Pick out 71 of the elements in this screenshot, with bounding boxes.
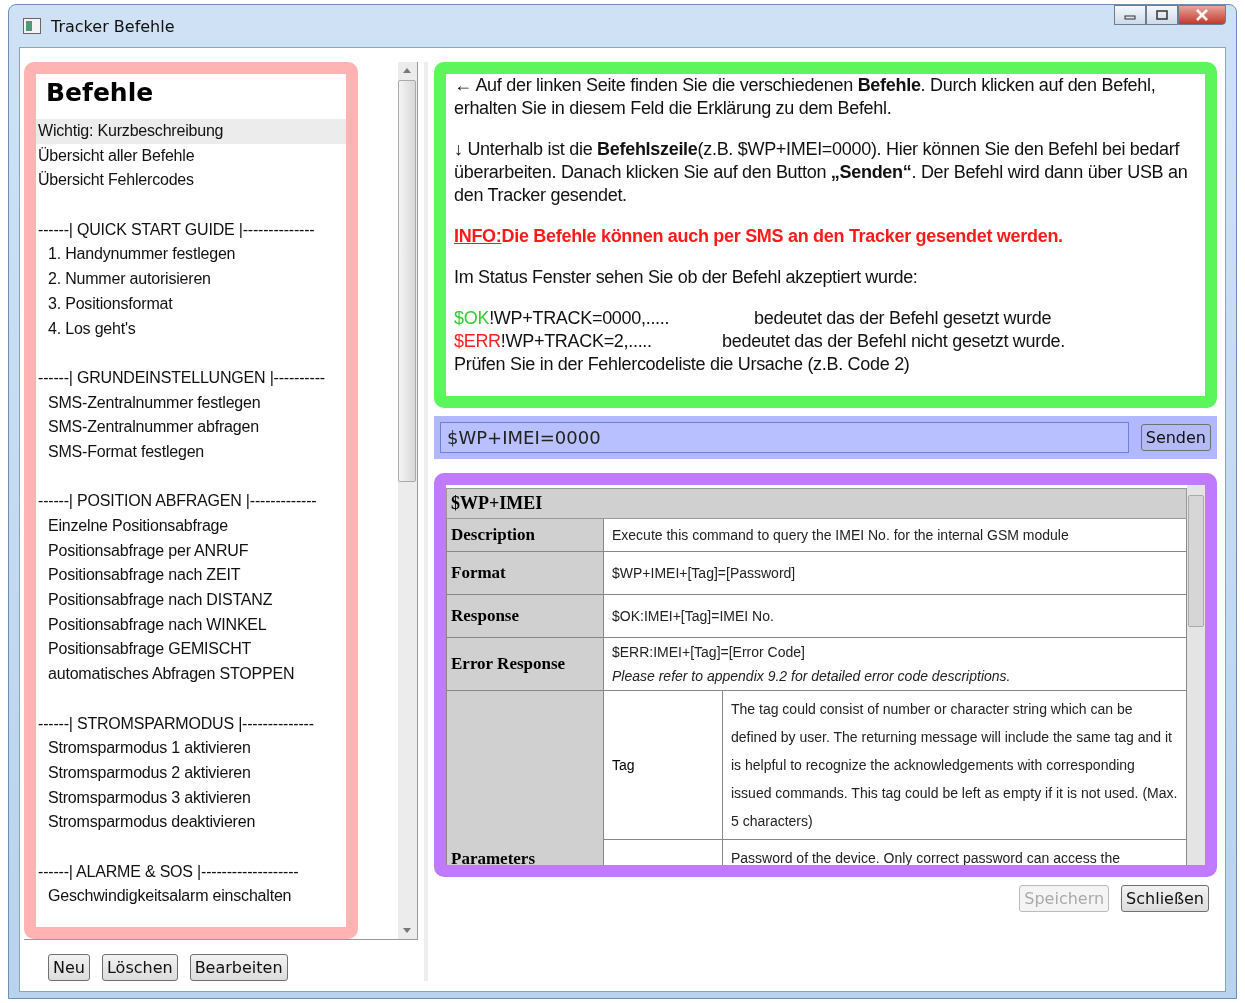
minimize-button[interactable] bbox=[1114, 5, 1146, 25]
table-cell-text: $ERR:IMEI+[Tag]=[Error Code] bbox=[612, 644, 806, 660]
list-item[interactable]: Stromsparmodus 1 aktivieren bbox=[36, 736, 346, 761]
scrollbar-thumb[interactable] bbox=[1188, 495, 1204, 627]
row-label: Error Response bbox=[447, 638, 604, 690]
table-cell-text: $OK:IMEI+[Tag]=IMEI No. bbox=[612, 608, 775, 624]
scroll-down-icon[interactable] bbox=[402, 927, 413, 935]
scrollbar[interactable] bbox=[397, 62, 417, 939]
status-meaning: bedeutet das der Befehl nicht gesetzt wurde. bbox=[722, 330, 1066, 353]
parameter-name: Tag bbox=[612, 757, 635, 773]
help-paragraph: ↓ Unterhalb ist die Befehlszeile(z.B. $WP+IMEI=0000). Hier können Sie den Befehl bei bedarf überarbeiten. Danach klicken Sie auf den Button „Senden“. Der Befehl wird dann über USB an den Tracker gesendet. bbox=[454, 138, 1189, 207]
status-meaning: bedeutet das der Befehl gesetzt wurde bbox=[754, 307, 1052, 330]
row-label: Format bbox=[447, 552, 604, 594]
list-item[interactable]: SMS-Format festlegen bbox=[36, 439, 346, 465]
window-icon bbox=[23, 18, 41, 34]
status-example: $ERR!WP+TRACK=2,..... bbox=[454, 330, 653, 353]
list-item[interactable]: Wichtig: Kurzbeschreibung bbox=[36, 119, 346, 144]
list-item[interactable]: SMS-Zentralnummer abfragen bbox=[36, 415, 346, 440]
list-item[interactable]: automatisches Abfragen STOPPEN bbox=[36, 662, 346, 687]
table-cell-text: Password of the device. Only correct password can access the bbox=[730, 849, 1122, 865]
info-text: Die Befehle können auch per SMS an den Tracker gesendet werden. bbox=[501, 226, 1063, 246]
info-label: INFO: bbox=[454, 226, 502, 246]
list-item[interactable]: 4. Los geht's bbox=[36, 316, 346, 342]
list-item[interactable]: Positionsabfrage nach WINKEL bbox=[36, 612, 346, 638]
close-button[interactable] bbox=[1178, 5, 1226, 25]
scrollbar-thumb[interactable] bbox=[398, 80, 417, 482]
panel-heading: Befehle bbox=[45, 77, 155, 109]
help-paragraph: ← Auf der linken Seite finden Sie die verschiedenen Befehle. Durch klicken auf den Befehl, erhalten Sie in diesem Feld die Erklärung zu dem Befehl. bbox=[454, 74, 1157, 120]
row-label: Parameters bbox=[447, 691, 604, 865]
row-label: Response bbox=[447, 595, 604, 637]
list-item[interactable]: Positionsabfrage nach DISTANZ bbox=[36, 588, 346, 613]
list-item[interactable]: 1. Handynummer festlegen bbox=[36, 242, 346, 268]
list-item[interactable]: 2. Nummer autorisieren bbox=[36, 267, 346, 292]
list-item[interactable]: Stromsparmodus deaktivieren bbox=[36, 810, 346, 835]
table-cell-text: The tag could consist of number or character string which can be defined by user. The returning message will include the same tag and it is helpful to recognize the acknowledgements with corresponding issued commands. This tag could be left as empty if it is not used. (Max. 5 characters) bbox=[730, 700, 1179, 831]
action-button[interactable]: Löschen bbox=[101, 954, 178, 981]
table-cell-text: Please refer to appendix 9.2 for detailed error code descriptions. bbox=[612, 668, 1012, 684]
list-item[interactable]: ------| ALARME & SOS |------------------- bbox=[36, 859, 346, 885]
list-item[interactable]: ------| STROMSPARMODUS |-------------- bbox=[36, 711, 346, 737]
list-item[interactable]: Positionsabfrage per ANRUF bbox=[36, 538, 346, 564]
list-item[interactable]: Einzelne Positionsabfrage bbox=[36, 514, 346, 539]
row-label: Description bbox=[447, 519, 604, 551]
send-button[interactable]: Senden bbox=[1140, 424, 1211, 451]
command-input[interactable]: $WP+IMEI=0000 bbox=[440, 422, 1129, 453]
list-item[interactable]: SMS-Zentralnummer festlegen bbox=[36, 390, 346, 416]
list-item[interactable]: ------| GRUNDEINSTELLUNGEN |---------- bbox=[36, 365, 346, 391]
action-button[interactable]: Neu bbox=[48, 954, 90, 981]
help-note: Prüfen Sie in der Fehlercodeliste die Ursache (z.B. Code 2) bbox=[454, 353, 911, 376]
table-cell-text: Execute this command to query the IMEI No. for the internal GSM module bbox=[612, 527, 1070, 543]
close-icon bbox=[1195, 9, 1209, 21]
scrollbar[interactable] bbox=[1187, 485, 1205, 865]
window-title: Tracker Befehle bbox=[51, 16, 175, 36]
status-example: $OK!WP+TRACK=0000,..... bbox=[454, 307, 671, 330]
help-paragraph: Im Status Fenster sehen Sie ob der Befehl akzeptiert wurde: bbox=[454, 266, 919, 289]
maximize-icon bbox=[1156, 10, 1168, 20]
list-item[interactable]: Positionsabfrage nach ZEIT bbox=[36, 563, 346, 589]
list-item[interactable]: Stromsparmodus 2 aktivieren bbox=[36, 760, 346, 786]
list-item[interactable]: Geschwindigkeitsalarm einschalten bbox=[36, 884, 346, 909]
footer-button[interactable]: Schließen bbox=[1121, 885, 1209, 912]
table-cell-text: $WP+IMEI+[Tag]=[Password] bbox=[612, 565, 797, 581]
list-item[interactable]: Übersicht aller Befehle bbox=[36, 143, 346, 169]
maximize-button[interactable] bbox=[1146, 5, 1178, 25]
list-item[interactable]: ------| POSITION ABFRAGEN |------------- bbox=[36, 489, 346, 514]
action-button[interactable]: Bearbeiten bbox=[189, 954, 288, 981]
list-item[interactable]: ------| QUICK START GUIDE |-------------- bbox=[36, 217, 346, 243]
list-item[interactable]: Positionsabfrage GEMISCHT bbox=[36, 637, 346, 663]
list-item[interactable]: Übersicht Fehlercodes bbox=[36, 168, 346, 194]
table-title: $WP+IMEI bbox=[446, 488, 1187, 519]
scroll-up-icon[interactable] bbox=[402, 66, 413, 74]
list-item[interactable]: Stromsparmodus 3 aktivieren bbox=[36, 785, 346, 811]
list-item[interactable]: 3. Positionsformat bbox=[36, 291, 346, 317]
